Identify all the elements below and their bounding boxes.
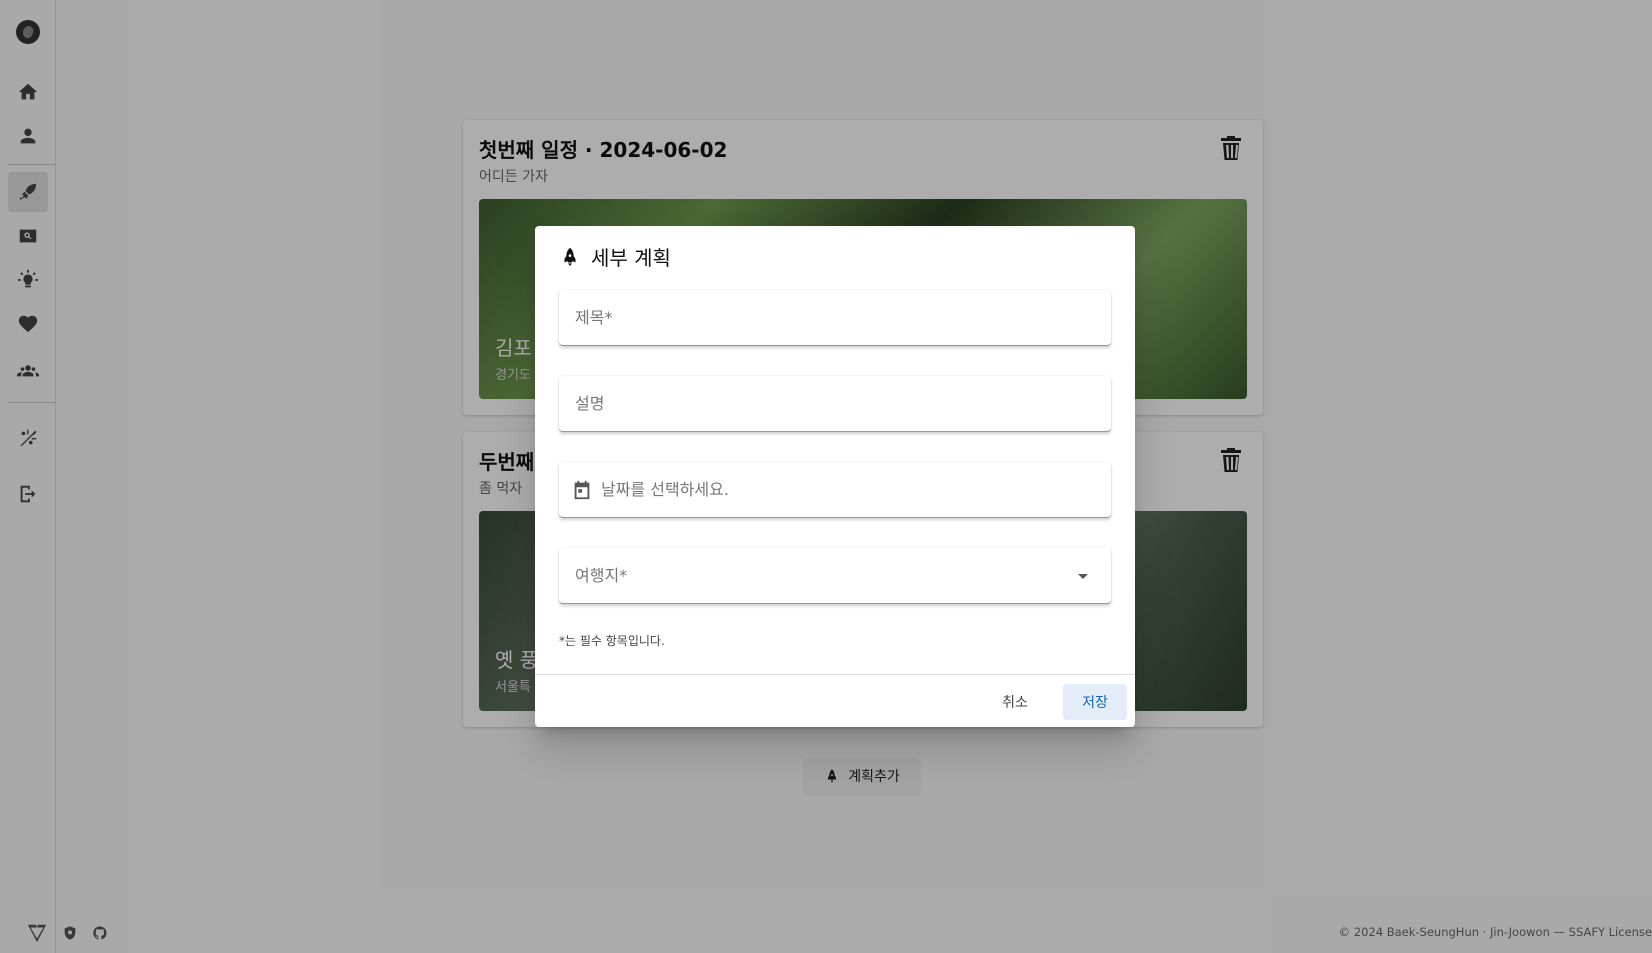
plan-detail-dialog: 세부 계획 *는 필수 항목입니다. 취소 저장 (535, 226, 1135, 727)
description-input[interactable] (575, 394, 1095, 413)
destination-select[interactable] (559, 548, 1111, 604)
required-note: *는 필수 항목입니다. (559, 634, 665, 648)
destination-input[interactable] (575, 566, 1071, 585)
cancel-button[interactable]: 취소 (985, 684, 1045, 720)
chevron-down-icon[interactable] (1071, 564, 1095, 588)
date-input[interactable] (601, 480, 1095, 499)
date-field[interactable] (559, 462, 1111, 518)
calendar-icon[interactable] (571, 479, 593, 501)
title-field[interactable] (559, 290, 1111, 346)
save-button[interactable]: 저장 (1063, 684, 1127, 720)
title-input[interactable] (575, 308, 1095, 327)
dialog-actions: 취소 저장 (535, 674, 1135, 727)
rocket-icon (564, 247, 576, 266)
description-field[interactable] (559, 376, 1111, 432)
dialog-title-text: 세부 계획 (591, 246, 671, 270)
dialog-title: 세부 계획 (559, 242, 671, 271)
